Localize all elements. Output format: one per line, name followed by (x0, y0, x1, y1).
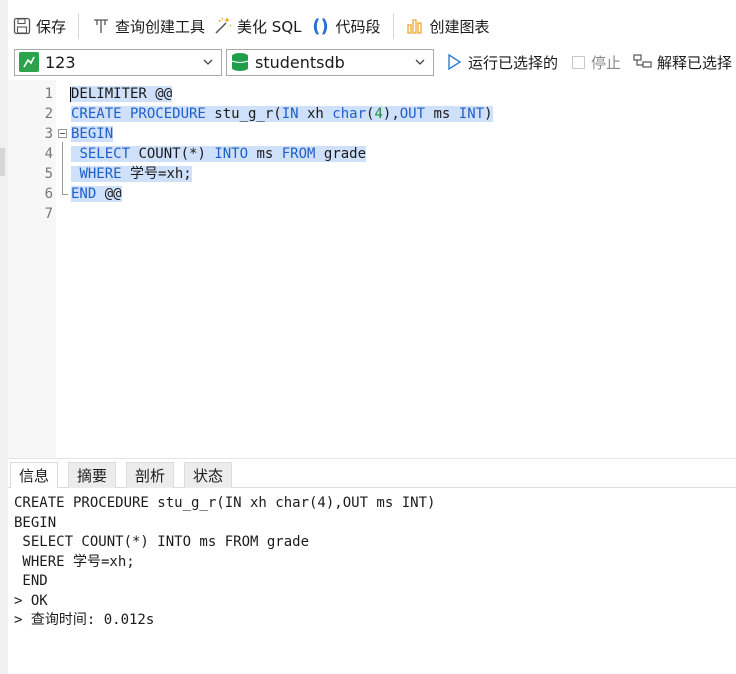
result-line: END (14, 573, 48, 589)
code-snippet-button[interactable]: () 代码段 (306, 11, 385, 41)
connection-value: 123 (45, 52, 76, 72)
text-caret (70, 87, 71, 102)
sql-keyword: SELECT (79, 146, 131, 162)
sql-keyword: FROM (281, 146, 316, 162)
code-line[interactable]: 4 SELECT COUNT(*) INTO ms FROM grade (8, 144, 736, 164)
sql-editor[interactable]: 1 DELIMITER @@ 2 CREATE PROCEDURE stu_g_r(I… (8, 80, 736, 458)
query-selector-row: 123 studentsdb 运行已选择的 停止 解释已选择 (14, 48, 736, 76)
result-line: BEGIN (14, 514, 57, 531)
fold-toggle-icon[interactable] (58, 129, 67, 138)
chevron-down-icon (203, 59, 213, 65)
sql-keyword: CREATE PROCEDURE (71, 106, 206, 122)
connection-icon (19, 52, 39, 72)
sql-keyword: INT (458, 106, 485, 122)
sql-token: ) (484, 106, 493, 122)
magic-wand-icon (213, 16, 233, 36)
query-builder-icon (91, 16, 111, 36)
code-line[interactable]: 3 BEGIN (8, 124, 736, 144)
play-icon (448, 53, 462, 71)
sql-token: stu_g_r( (205, 106, 282, 122)
sql-keyword: char (332, 106, 367, 122)
line-number: 5 (44, 166, 53, 182)
result-line: WHERE 学号=xh; (14, 553, 135, 570)
code-text: BEGIN (71, 124, 114, 144)
chevron-down-icon (415, 59, 425, 65)
beautify-sql-button[interactable]: 美化 SQL (209, 11, 305, 41)
code-text: SELECT COUNT(*) INTO ms FROM grade (71, 144, 367, 164)
sql-token: ), (382, 106, 400, 122)
tab-summary[interactable]: 摘要 (68, 462, 117, 488)
sql-keyword: OUT (399, 106, 426, 122)
left-panel-handle[interactable] (0, 148, 5, 176)
explain-selected-label: 解释已选择 (657, 53, 733, 72)
line-number: 1 (44, 86, 53, 102)
stop-label: 停止 (591, 53, 622, 72)
sql-keyword: WHERE (79, 166, 122, 182)
code-text: WHERE 学号=xh; (71, 164, 192, 184)
connection-select[interactable]: 123 (14, 48, 222, 76)
run-selected-label: 运行已选择的 (468, 53, 559, 72)
query-builder-button[interactable]: 查询创建工具 (87, 11, 209, 41)
stop-button[interactable]: 停止 (572, 52, 621, 73)
line-number: 6 (44, 186, 53, 202)
result-line: > 查询时间: 0.012s (14, 612, 155, 628)
database-select[interactable]: studentsdb (226, 48, 434, 76)
create-chart-button[interactable]: 创建图表 (402, 11, 494, 41)
database-value: studentsdb (255, 52, 345, 72)
sql-keyword: END (71, 186, 97, 202)
code-text: END @@ (71, 184, 122, 204)
code-line[interactable]: 1 DELIMITER @@ (8, 84, 736, 104)
sql-token: grade (315, 146, 367, 162)
left-panel-edge (0, 0, 8, 674)
code-snippet-label: 代码段 (335, 17, 381, 36)
beautify-sql-label: 美化 SQL (237, 17, 302, 36)
line-number: 3 (44, 126, 53, 142)
sql-token: xh (298, 106, 333, 122)
code-line[interactable]: 5 WHERE 学号=xh; (8, 164, 736, 184)
toolbar-divider (392, 13, 394, 39)
sql-token: @@ (96, 186, 122, 202)
sql-token: ms (425, 106, 459, 122)
code-text: DELIMITER @@ (71, 84, 173, 104)
sql-token: 学号=xh; (121, 166, 192, 182)
line-number: 7 (44, 206, 53, 222)
sql-token: DELIMITER @@ (71, 86, 173, 102)
tab-status[interactable]: 状态 (184, 462, 233, 488)
code-line[interactable]: 6 END @@ (8, 184, 736, 204)
query-builder-label: 查询创建工具 (115, 17, 206, 36)
sql-token: ms (248, 146, 282, 162)
result-line: CREATE PROCEDURE stu_g_r(IN xh char(4),O… (14, 495, 436, 511)
sql-keyword: BEGIN (71, 126, 114, 142)
fold-guide (62, 142, 63, 194)
run-selected-button[interactable]: 运行已选择的 (446, 52, 558, 73)
result-message-panel: CREATE PROCEDURE stu_g_r(IN xh char(4),O… (8, 488, 736, 674)
result-line: SELECT COUNT(*) INTO ms FROM grade (14, 534, 310, 550)
sql-token: COUNT(*) (130, 146, 215, 162)
main-toolbar: 保存 查询创建工具 美化 SQL () 代码段 创建图表 (8, 8, 736, 44)
tab-profile[interactable]: 剖析 (126, 462, 175, 488)
sql-keyword: INTO (214, 146, 249, 162)
result-tabs: 信息 摘要 剖析 状态 (8, 458, 736, 490)
create-chart-label: 创建图表 (429, 17, 490, 36)
sql-number: 4 (374, 106, 383, 122)
database-icon (231, 52, 249, 72)
line-number: 2 (44, 106, 53, 122)
chart-icon (406, 16, 426, 36)
code-text: CREATE PROCEDURE stu_g_r(IN xh char(4),O… (71, 104, 493, 124)
save-icon (12, 16, 32, 36)
fold-end-marker (62, 194, 68, 195)
code-line[interactable]: 7 (8, 204, 736, 224)
explain-selected-button[interactable]: 解释已选择 (633, 52, 732, 73)
stop-icon (572, 55, 586, 69)
sql-keyword: IN (281, 106, 299, 122)
braces-icon: () (312, 15, 329, 37)
toolbar-divider (78, 13, 80, 39)
explain-icon (633, 54, 652, 68)
line-number: 4 (44, 146, 53, 162)
save-button[interactable]: 保存 (8, 11, 70, 41)
result-line: > OK (14, 592, 48, 609)
code-line[interactable]: 2 CREATE PROCEDURE stu_g_r(IN xh char(4),… (8, 104, 736, 124)
save-label: 保存 (36, 17, 67, 36)
tab-info[interactable]: 信息 (10, 462, 59, 490)
